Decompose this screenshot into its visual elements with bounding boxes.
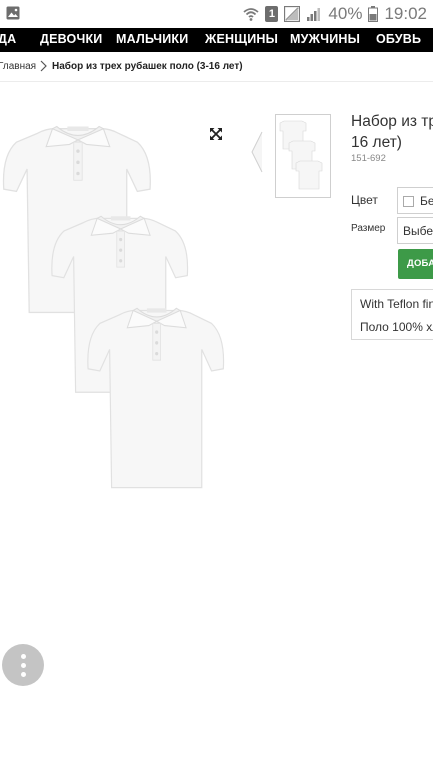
signal-icon [284, 6, 301, 22]
product-thumbnail[interactable] [275, 114, 331, 198]
expand-icon[interactable] [208, 126, 224, 142]
sim-icon: 1 [265, 6, 279, 22]
wifi-icon [243, 8, 260, 21]
dot-icon [21, 654, 26, 659]
gallery-icon [6, 6, 20, 20]
product-title: Набор из трех 16 лет) [351, 111, 433, 153]
thumbnail-prev-arrow[interactable] [250, 130, 264, 174]
breadcrumb-home[interactable]: Главная [0, 61, 36, 72]
size-select[interactable]: Выбер [397, 217, 433, 244]
color-label: Цвет [351, 193, 378, 207]
size-select-value: Выбер [403, 224, 433, 238]
nav-item-boys[interactable]: МАЛЬЧИКИ [116, 32, 188, 46]
battery-icon [368, 6, 379, 22]
clock: 19:02 [384, 4, 427, 23]
color-select[interactable]: Бе [397, 187, 433, 214]
size-label: Размер [351, 223, 386, 234]
product-image[interactable] [0, 112, 236, 492]
nav-item-men[interactable]: МУЖЧИНЫ [290, 32, 360, 46]
signal-bars-icon [307, 8, 321, 21]
product-title-line2: 16 лет) [351, 134, 402, 151]
description-line-1: With Teflon fin [360, 297, 433, 311]
nav-item-girls[interactable]: ДЕВОЧКИ [40, 32, 102, 46]
product-sku: 151-692 [351, 153, 386, 164]
add-to-bag-button[interactable]: ДОБАВ [398, 249, 433, 279]
nav-item-0[interactable]: ДА [0, 32, 16, 46]
nav-item-shoes[interactable]: ОБУВЬ [376, 32, 421, 46]
color-select-value: Бе [420, 194, 433, 208]
nav-item-women[interactable]: ЖЕНЩИНЫ [205, 32, 278, 46]
add-to-bag-label: ДОБАВ [407, 258, 433, 269]
status-bar: 1 40% 19:02 [0, 0, 433, 28]
more-options-button[interactable] [2, 644, 44, 686]
product-title-line1: Набор из трех [351, 113, 433, 130]
category-nav: ДА ДЕВОЧКИ МАЛЬЧИКИ ЖЕНЩИНЫ МУЖЧИНЫ ОБУВ… [0, 28, 433, 52]
description-line-2: Поло 100% хл [360, 320, 433, 334]
chevron-right-icon [40, 60, 47, 72]
battery-percent: 40% [328, 4, 363, 23]
breadcrumb-current: Набор из трех рубашек поло (3-16 лет) [52, 61, 243, 72]
divider [0, 81, 433, 82]
product-description: With Teflon fin Поло 100% хл [351, 289, 433, 340]
dot-icon [21, 663, 26, 668]
dot-icon [21, 672, 26, 677]
color-swatch [403, 196, 414, 207]
